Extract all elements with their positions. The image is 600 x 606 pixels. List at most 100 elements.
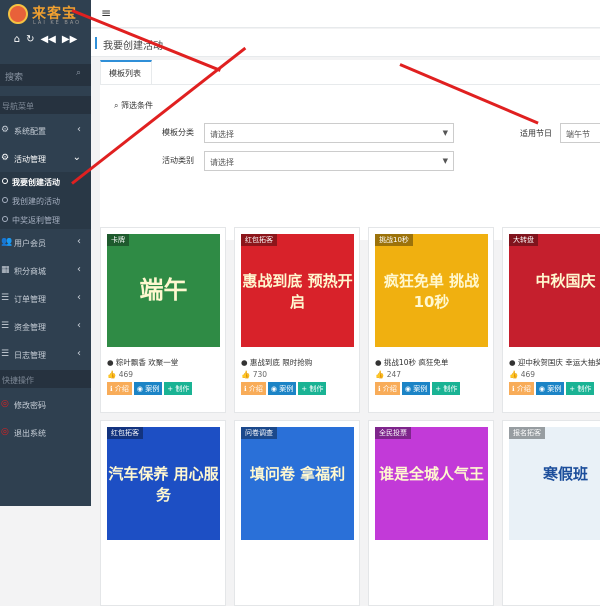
grid-icon: ▦ (1, 265, 10, 275)
template-card[interactable]: 红包拓客 惠战到底 预热开启 ● 惠战到底 限时抢购 👍 730 ℹ 介绍 ◉ … (234, 227, 360, 413)
template-card[interactable]: 红包拓客 汽车保养 用心服务 (100, 420, 226, 606)
like-count: 👍 469 (107, 370, 134, 379)
list-icon: ☰ (1, 293, 10, 303)
menu-toggle-icon[interactable]: ≡ (101, 6, 111, 20)
forward-icon[interactable]: ▶▶ (62, 34, 77, 54)
template-card[interactable]: 报名拓客 寒假班 (502, 420, 600, 606)
sidebar-item-mall[interactable]: ▦ 积分商城 ‹ (0, 258, 91, 282)
template-card[interactable]: 问卷调查 填问卷 拿福利 (234, 420, 360, 606)
circle-icon (2, 197, 8, 203)
thumbs-up-icon: 👍 (375, 370, 387, 379)
chevron-left-icon: ‹ (77, 236, 81, 247)
template-image[interactable]: 卡牌 端午 (107, 234, 220, 347)
refresh-icon[interactable]: ↻ (26, 34, 34, 54)
circle-icon (2, 216, 8, 222)
template-card[interactable]: 大转盘 中秋国庆 ● 迎中秋贺国庆 幸运大抽奖 👍 469 ℹ 介绍 ◉ 案例 … (502, 227, 600, 413)
intro-button[interactable]: ℹ 介绍 (509, 382, 534, 395)
active-tab-indicator (95, 37, 97, 49)
template-caption: ● 粽叶飘香 欢聚一堂 (107, 358, 179, 367)
filter-category-select[interactable]: 请选择 ▼ (204, 123, 454, 143)
template-image-title: 端午 (139, 276, 188, 304)
sidebar-item-activity[interactable]: ⚙ 活动管理 ⌄ (0, 146, 91, 170)
like-count: 👍 730 (241, 370, 268, 379)
sidebar-search[interactable]: 搜索 ⌕ (0, 64, 91, 86)
divider (100, 84, 600, 85)
template-caption: ● 挑战10秒 疯狂免单 (375, 358, 449, 367)
template-image-title: 惠战到底 预热开启 (242, 272, 353, 311)
filter-holiday-label: 适用节日 (520, 129, 552, 138)
template-tag: 大转盘 (509, 234, 538, 246)
quick-section-label: 快捷操作 (0, 370, 91, 388)
template-image[interactable]: 问卷调查 填问卷 拿福利 (241, 427, 354, 540)
sidebar-item-logout[interactable]: ◎ 退出系统 (0, 420, 91, 444)
template-image-title: 寒假班 (542, 465, 588, 483)
chevron-left-icon: ‹ (77, 124, 81, 135)
make-button[interactable]: + 制作 (432, 382, 461, 395)
template-card[interactable]: 卡牌 端午 ● 粽叶飘香 欢聚一堂 👍 469 ℹ 介绍 ◉ 案例 + 制作 (100, 227, 226, 413)
template-image-title: 疯狂免单 挑战10秒 (383, 272, 480, 311)
sidebar-item-users[interactable]: 👥 用户会员 ‹ (0, 230, 91, 254)
sidebar-item-password[interactable]: ◎ 修改密码 (0, 392, 91, 416)
search-input[interactable]: 搜索 (5, 70, 23, 83)
template-image[interactable]: 红包拓客 汽车保养 用心服务 (107, 427, 220, 540)
card-actions: ℹ 介绍 ◉ 案例 + 制作 (375, 382, 461, 395)
sidebar-subitem-prize[interactable]: 中奖返利管理 (0, 210, 91, 229)
tab-template-list[interactable]: 模板列表 (100, 60, 152, 84)
case-button[interactable]: ◉ 案例 (133, 382, 163, 395)
chevron-left-icon: ‹ (77, 292, 81, 303)
filter-type-select[interactable]: 请选择 ▼ (204, 151, 454, 171)
brand-slogan: LAI KE BAO (33, 20, 82, 26)
template-image-title: 中秋国庆 (535, 272, 596, 290)
template-tag: 挑战10秒 (375, 234, 413, 246)
template-panel: 模板列表 ⌕ 筛选条件 模板分类 请选择 ▼ 活动类别 请选择 ▼ 适用节日 端午节 (100, 60, 600, 240)
sidebar-subitem-mine[interactable]: 我创建的活动 (0, 191, 91, 210)
thumbs-up-icon: 👍 (241, 370, 253, 379)
template-card[interactable]: 全民投票 谁是全城人气王 (368, 420, 494, 606)
template-image[interactable]: 挑战10秒 疯狂免单 挑战10秒 (375, 234, 488, 347)
gear-icon: ⚙ (1, 125, 10, 135)
list-icon: ☰ (1, 349, 10, 359)
brand-logo[interactable]: 来客宝 LAI KE BAO (0, 0, 91, 30)
eye-icon: ◉ (270, 385, 280, 393)
filter-holiday-select[interactable]: 端午节 (560, 123, 600, 143)
nav-section-label: 导航菜单 (0, 96, 91, 114)
make-button[interactable]: + 制作 (298, 382, 327, 395)
eye-icon: ◉ (538, 385, 548, 393)
page-tab-bar: 我要创建活动 (91, 29, 600, 57)
sidebar-item-funds[interactable]: ☰ 资金管理 ‹ (0, 314, 91, 338)
like-count: 👍 469 (509, 370, 536, 379)
sidebar-item-system[interactable]: ⚙ 系统配置 ‹ (0, 118, 91, 142)
users-icon: 👥 (1, 237, 13, 247)
template-image[interactable]: 全民投票 谁是全城人气王 (375, 427, 488, 540)
chevron-left-icon: ‹ (77, 320, 81, 331)
sidebar-subitem-create[interactable]: 我要创建活动 (0, 172, 91, 191)
template-image[interactable]: 报名拓客 寒假班 (509, 427, 600, 540)
chevron-down-icon: ▼ (442, 157, 448, 165)
template-image[interactable]: 红包拓客 惠战到底 预热开启 (241, 234, 354, 347)
template-image[interactable]: 大转盘 中秋国庆 (509, 234, 600, 347)
card-actions: ℹ 介绍 ◉ 案例 + 制作 (107, 382, 193, 395)
like-count: 👍 247 (375, 370, 402, 379)
sidebar: 来客宝 LAI KE BAO ⌂ ↻ ◀◀ ▶▶ 搜索 ⌕ 导航菜单 ⚙ 系统配置… (0, 0, 91, 506)
template-card[interactable]: 挑战10秒 疯狂免单 挑战10秒 ● 挑战10秒 疯狂免单 👍 247 ℹ 介绍… (368, 227, 494, 413)
home-icon[interactable]: ⌂ (14, 34, 20, 54)
search-icon: ⌕ (114, 101, 122, 110)
intro-button[interactable]: ℹ 介绍 (375, 382, 400, 395)
search-icon[interactable]: ⌕ (76, 68, 81, 78)
case-button[interactable]: ◉ 案例 (401, 382, 431, 395)
sidebar-item-orders[interactable]: ☰ 订单管理 ‹ (0, 286, 91, 310)
template-image-title: 谁是全城人气王 (378, 465, 484, 483)
intro-button[interactable]: ℹ 介绍 (107, 382, 132, 395)
template-tag: 问卷调查 (241, 427, 277, 439)
back-icon[interactable]: ◀◀ (40, 34, 55, 54)
case-button[interactable]: ◉ 案例 (267, 382, 297, 395)
case-button[interactable]: ◉ 案例 (535, 382, 565, 395)
make-button[interactable]: + 制作 (164, 382, 193, 395)
template-image-title: 填问卷 拿福利 (249, 465, 346, 483)
intro-button[interactable]: ℹ 介绍 (241, 382, 266, 395)
template-caption: ● 惠战到底 限时抢购 (241, 358, 313, 367)
content-panel: 模板列表 ⌕ 筛选条件 模板分类 请选择 ▼ 活动类别 请选择 ▼ 适用节日 端午节… (91, 57, 600, 606)
logo-icon (8, 4, 28, 24)
sidebar-item-logs[interactable]: ☰ 日志管理 ‹ (0, 342, 91, 366)
make-button[interactable]: + 制作 (566, 382, 595, 395)
